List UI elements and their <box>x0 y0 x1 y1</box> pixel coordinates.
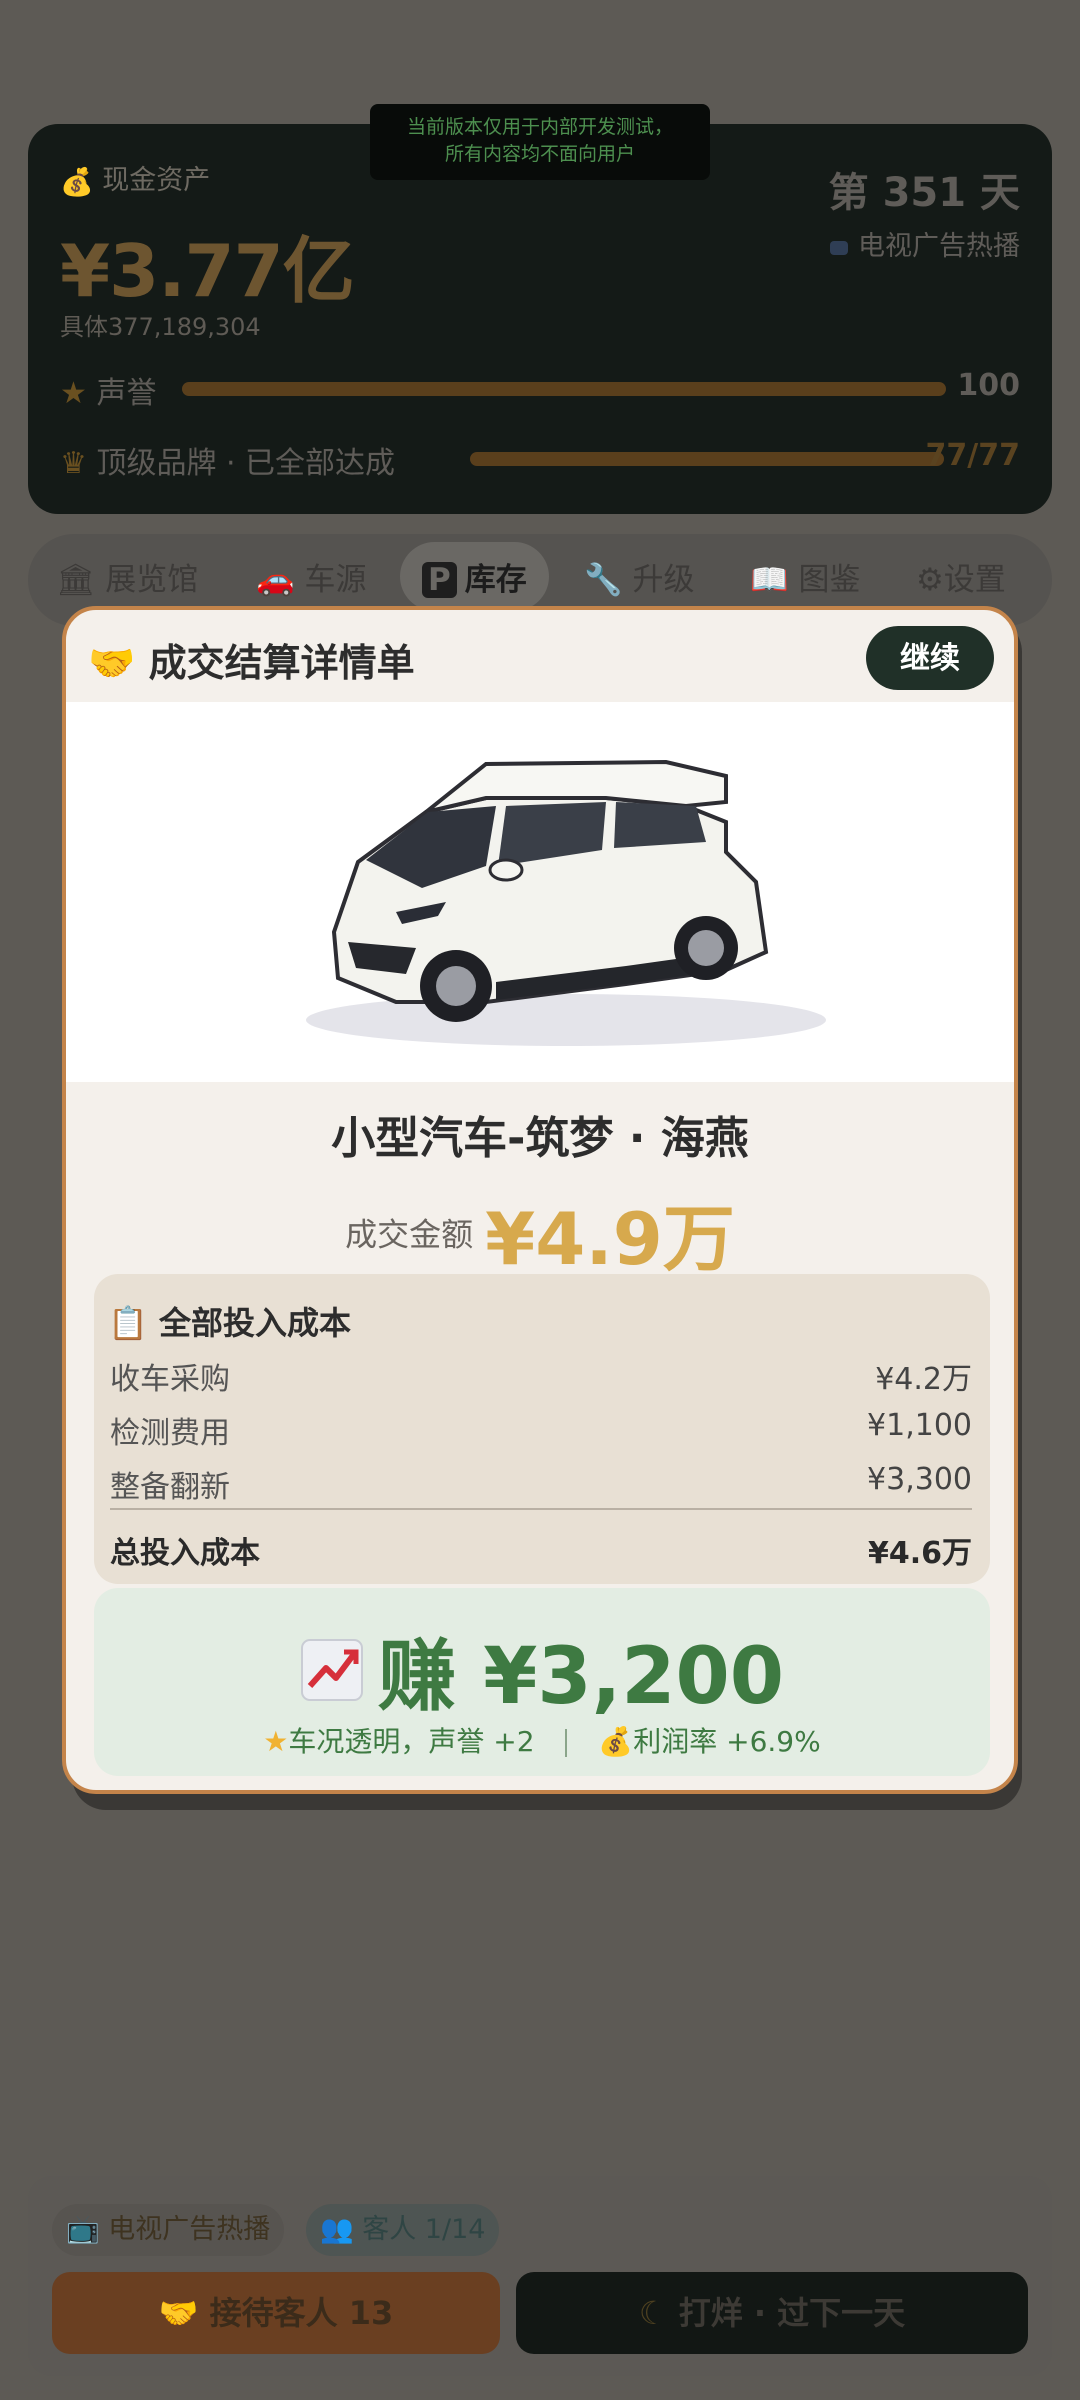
tab-catalog[interactable]: 📖 图鉴 <box>750 554 860 599</box>
book-icon: 📖 <box>750 562 789 598</box>
brand-row: ♛ 顶级品牌 · 已全部达成 77/77 <box>60 438 1020 481</box>
brand-label: ♛ 顶级品牌 · 已全部达成 <box>60 438 395 482</box>
receive-customer-label: 接待客人 13 <box>209 2294 394 2332</box>
cost-total-value: ¥4.6万 <box>867 1536 972 1571</box>
car-rim-rear <box>688 930 724 966</box>
car-image <box>66 702 1014 1082</box>
reputation-label: ★ 声誉 <box>60 368 156 412</box>
tab-inventory[interactable]: P 库存 <box>400 542 549 611</box>
notes-separator <box>565 1729 568 1757</box>
tab-car-source[interactable]: 🚗 车源 <box>256 554 366 599</box>
deal-row: 成交金额 ¥4.9万 <box>66 1180 1014 1285</box>
tv-icon: 📺 <box>66 2214 100 2245</box>
museum-icon: 🏛 <box>56 562 96 598</box>
reputation-value: 100 <box>957 368 1020 403</box>
close-shop-button[interactable]: ☾ 打烊 · 过下一天 <box>516 2272 1028 2354</box>
money-bag-icon: 💰 <box>60 166 94 198</box>
cash-detail: 具体377,189,304 <box>60 313 261 341</box>
crown-icon: ♛ <box>60 446 87 481</box>
cost-divider <box>110 1508 972 1510</box>
tab-upgrade[interactable]: 🔧 升级 <box>584 554 694 599</box>
tab-car-source-label: 车源 <box>304 562 367 598</box>
profit-box: 赚 ¥3,200 ★车况透明，声誉 +2 💰利润率 +6.9% <box>94 1588 990 1776</box>
cash-label-text: 现金资产 <box>102 165 211 196</box>
star-icon: ★ <box>60 376 87 411</box>
cash-label: 💰 现金资产 <box>60 158 210 198</box>
car-name: 小型汽车-筑梦 · 海燕 <box>331 1113 749 1164</box>
guest-chip: 👥 客人 1/14 <box>306 2204 500 2256</box>
tab-upgrade-label: 升级 <box>632 562 695 598</box>
cost-row-refurbish-label: 整备翻新 <box>110 1470 230 1505</box>
handshake-icon: 🤝 <box>88 641 136 685</box>
gear-icon: ⚙ <box>916 562 944 598</box>
deal-label: 成交金额 <box>345 1215 474 1254</box>
dev-notice-line2: 所有内容均不面向用户 <box>444 143 635 165</box>
car-illustration <box>306 759 826 1046</box>
tab-museum-label: 展览馆 <box>105 562 199 598</box>
cash-amount: ¥3.77亿 <box>60 229 355 313</box>
people-icon: 👥 <box>320 2214 354 2245</box>
ad-chip-text: 电视广告热播 <box>108 2214 271 2245</box>
car-mirror <box>488 858 524 882</box>
dev-notice: 当前版本仅用于内部开发测试， 所有内容均不面向用户 <box>370 104 710 180</box>
star-icon: ★ <box>263 1725 289 1758</box>
reputation-row: ★ 声誉 100 <box>60 368 1020 411</box>
guest-chip-text: 客人 1/14 <box>362 2214 486 2245</box>
tab-settings-label: 设置 <box>943 562 1006 598</box>
cost-row-refurbish: 整备翻新 ¥3,300 <box>110 1462 972 1505</box>
cost-row-refurbish-value: ¥3,300 <box>867 1462 972 1497</box>
profit-notes: ★车况透明，声誉 +2 💰利润率 +6.9% <box>94 1720 990 1760</box>
cost-breakdown: 📋 全部投入成本 收车采购 ¥4.2万 检测费用 ¥1,100 整备翻新 ¥3,… <box>94 1274 990 1584</box>
reputation-label-text: 声誉 <box>96 376 157 411</box>
clipboard-icon: 📋 <box>108 1304 148 1342</box>
car-window-rear <box>614 802 706 848</box>
car-icon: 🚗 <box>256 562 295 598</box>
cost-row-inspection: 检测费用 ¥1,100 <box>110 1408 972 1451</box>
profit-line: 赚 ¥3,200 <box>94 1614 990 1726</box>
close-shop-label: 打烊 · 过下一天 <box>678 2294 906 2332</box>
parking-icon: P <box>422 562 457 598</box>
money-bag-icon: 💰 <box>598 1725 634 1758</box>
handshake-icon: 🤝 <box>158 2294 199 2332</box>
cost-total-row: 总投入成本 ¥4.6万 <box>110 1528 972 1571</box>
brand-label-text: 顶级品牌 · 已全部达成 <box>96 446 396 481</box>
bottom-panel: 📺 电视广告热播 👥 客人 1/14 🤝 接待客人 13 ☾ 打烊 · 过下一天 <box>28 2176 1052 2376</box>
cost-row-purchase: 收车采购 ¥4.2万 <box>110 1354 972 1397</box>
brand-bar <box>470 452 944 466</box>
stats-card: 💰 现金资产 ¥3.77亿 具体377,189,304 第 351 天 电视广告… <box>28 124 1052 514</box>
wrench-icon: 🔧 <box>584 562 623 598</box>
ad-chip: 📺 电视广告热播 <box>52 2204 285 2256</box>
brand-value: 77/77 <box>925 438 1020 473</box>
modal-title: 🤝 成交结算详情单 <box>88 632 415 687</box>
cost-row-purchase-value: ¥4.2万 <box>875 1362 972 1397</box>
cost-row-inspection-label: 检测费用 <box>110 1416 230 1451</box>
modal-title-text: 成交结算详情单 <box>148 641 415 685</box>
reputation-bar <box>182 382 946 396</box>
tv-icon <box>830 240 848 255</box>
car-rim-front <box>436 966 476 1006</box>
tab-museum[interactable]: 🏛 展览馆 <box>56 554 198 599</box>
continue-button[interactable]: 继续 <box>866 626 994 690</box>
cost-total-label: 总投入成本 <box>110 1536 260 1571</box>
settlement-modal: 🤝 成交结算详情单 继续 小型汽车-筑梦 · 海燕 成交金额 ¥4.9万 📋 全… <box>62 606 1018 1794</box>
ad-status-text: 电视广告热播 <box>858 231 1020 262</box>
cost-title: 📋 全部投入成本 <box>108 1298 351 1344</box>
margin-note: 利润率 +6.9% <box>633 1725 821 1758</box>
car-shadow <box>306 994 826 1046</box>
cost-title-text: 全部投入成本 <box>158 1304 351 1342</box>
tab-settings[interactable]: ⚙设置 <box>916 554 1006 599</box>
reputation-note: 车况透明，声誉 +2 <box>288 1725 535 1758</box>
dev-notice-line1: 当前版本仅用于内部开发测试， <box>406 116 673 138</box>
moon-icon: ☾ <box>638 2294 668 2332</box>
deal-amount: ¥4.9万 <box>485 1197 735 1281</box>
tab-inventory-label: 库存 <box>464 562 527 598</box>
cost-row-inspection-value: ¥1,100 <box>867 1408 972 1443</box>
profit-text: 赚 ¥3,200 <box>377 1632 785 1722</box>
day-label: 第 351 天 <box>828 170 1020 216</box>
cost-row-purchase-label: 收车采购 <box>110 1362 230 1397</box>
chart-up-icon <box>300 1639 363 1701</box>
ad-status: 电视广告热播 <box>830 224 1020 263</box>
tab-catalog-label: 图鉴 <box>798 562 861 598</box>
receive-customer-button[interactable]: 🤝 接待客人 13 <box>52 2272 500 2354</box>
